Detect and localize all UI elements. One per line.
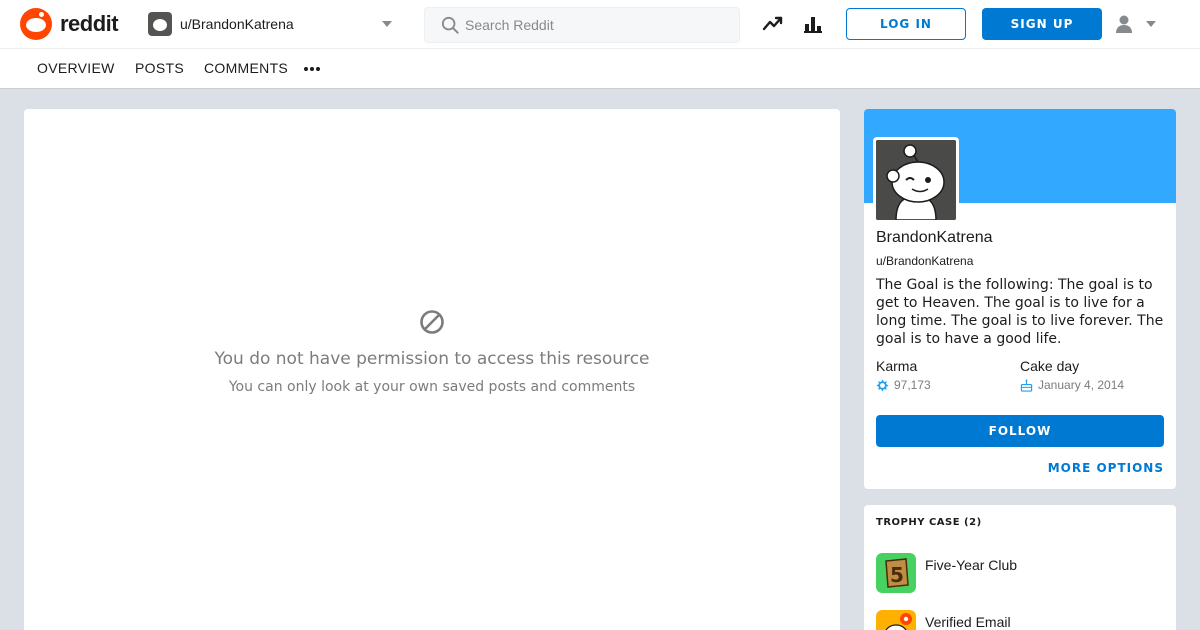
svg-text:5: 5 xyxy=(890,563,904,587)
trophy-item[interactable]: Verified Email xyxy=(876,610,1011,630)
trophy-name: Verified Email xyxy=(925,614,1011,630)
karma-label: Karma xyxy=(876,358,918,374)
five-year-club-icon: 5 xyxy=(876,553,916,593)
trending-icon[interactable] xyxy=(762,13,784,35)
error-title: You do not have permission to access thi… xyxy=(214,349,650,369)
karma-stat: Karma 97,173 xyxy=(876,358,931,392)
profile-display-name: BrandonKatrena xyxy=(876,229,993,246)
profile-card: BrandonKatrena u/BrandonKatrena The Goal… xyxy=(864,109,1176,489)
cake-icon xyxy=(1020,378,1033,392)
logo-text: reddit xyxy=(60,11,119,36)
follow-button[interactable]: FOLLOW xyxy=(876,415,1164,447)
cakeday-value: January 4, 2014 xyxy=(1038,378,1125,392)
stats-icon[interactable] xyxy=(802,13,824,35)
user-dropdown-label: u/BrandonKatrena xyxy=(180,16,294,32)
snoo-avatar-icon xyxy=(876,140,956,220)
main-content: You do not have permission to access thi… xyxy=(24,109,840,630)
no-permission-message: You do not have permission to access thi… xyxy=(24,309,840,395)
search-bar[interactable] xyxy=(424,7,740,43)
profile-avatar xyxy=(873,137,959,223)
profile-tabs: OVERVIEW POSTS COMMENTS xyxy=(0,49,1200,89)
profile-bio: The Goal is the following: The goal is t… xyxy=(876,277,1164,347)
tab-comments[interactable]: COMMENTS xyxy=(204,60,288,76)
more-options-link[interactable]: MORE OPTIONS xyxy=(1048,461,1164,475)
user-icon xyxy=(1116,15,1132,33)
trophy-case: TROPHY CASE (2) 5 Five-Year Club Verifie… xyxy=(864,505,1176,630)
karma-icon xyxy=(876,378,889,392)
trophy-item[interactable]: 5 Five-Year Club xyxy=(876,553,1017,593)
chevron-down-icon xyxy=(1146,21,1156,27)
karma-value: 97,173 xyxy=(894,378,931,392)
error-subtitle: You can only look at your own saved post… xyxy=(228,379,636,395)
tab-overview[interactable]: OVERVIEW xyxy=(37,60,115,76)
reddit-logo-icon xyxy=(20,8,52,40)
tab-posts[interactable]: POSTS xyxy=(135,60,184,76)
profile-handle: u/BrandonKatrena xyxy=(876,254,974,268)
user-avatar-icon xyxy=(148,12,172,36)
cakeday-stat: Cake day January 4, 2014 xyxy=(1020,358,1124,392)
search-icon xyxy=(441,16,459,34)
user-dropdown[interactable]: u/BrandonKatrena xyxy=(146,8,400,40)
reddit-logo[interactable]: reddit xyxy=(20,8,119,40)
cakeday-label: Cake day xyxy=(1020,358,1080,374)
trophy-name: Five-Year Club xyxy=(925,557,1018,573)
more-icon[interactable] xyxy=(304,67,320,71)
chevron-down-icon xyxy=(382,21,392,27)
trophy-case-title: TROPHY CASE (2) xyxy=(876,517,982,528)
user-menu[interactable] xyxy=(1110,12,1164,36)
top-header: reddit u/BrandonKatrena LOG IN SIGN UP xyxy=(0,0,1200,49)
verified-email-icon xyxy=(876,610,916,630)
login-button[interactable]: LOG IN xyxy=(846,8,966,40)
block-icon xyxy=(420,310,444,334)
search-input[interactable] xyxy=(465,17,725,33)
signup-button[interactable]: SIGN UP xyxy=(982,8,1102,40)
